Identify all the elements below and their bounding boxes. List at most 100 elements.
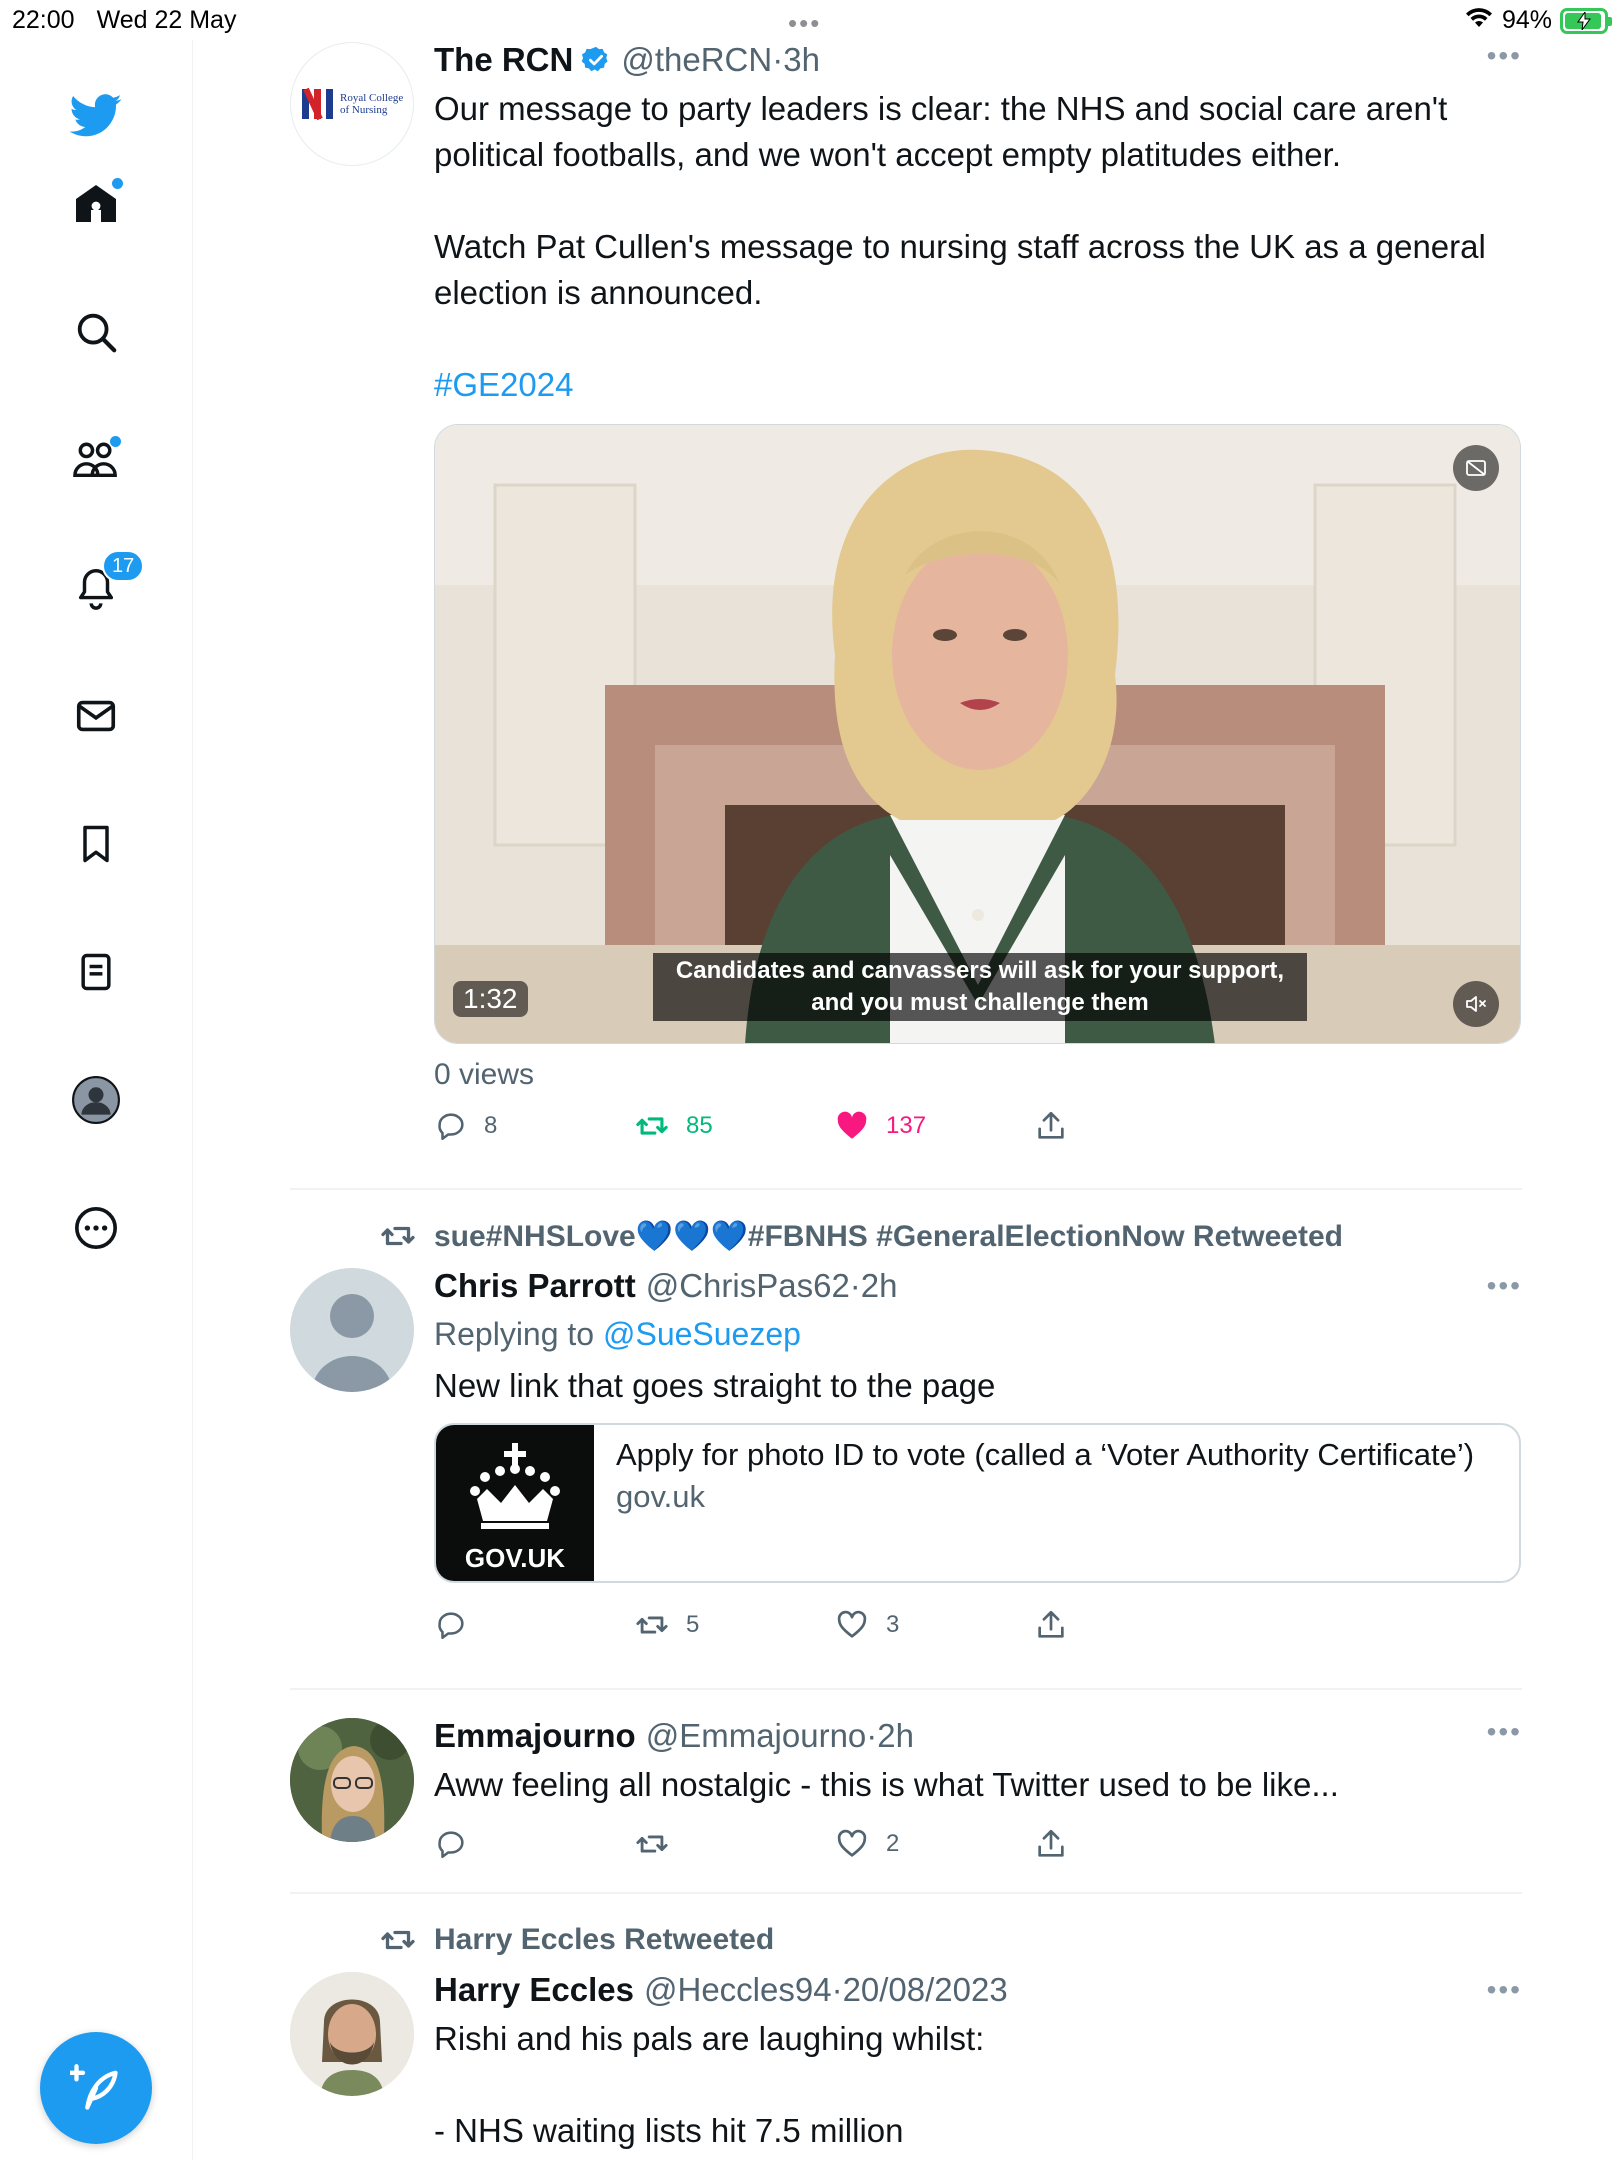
link-card[interactable]: GOV.UK Apply for photo ID to vote (calle…	[434, 1423, 1521, 1583]
tweet-harry-eccles[interactable]: Harry Eccles Retweeted Harry Eccles @Hec…	[290, 1894, 1522, 2160]
tweet-actions: 2	[434, 1816, 1522, 1872]
reply-icon	[438, 1612, 464, 1640]
bookmarks-icon[interactable]	[68, 816, 124, 872]
card-title: Apply for photo ID to vote (called a ‘Vo…	[616, 1437, 1475, 1472]
retweet-button[interactable]	[634, 1827, 834, 1861]
home-icon[interactable]	[68, 176, 124, 232]
communities-icon[interactable]	[68, 432, 124, 488]
profile-avatar-icon[interactable]	[68, 1072, 124, 1128]
caption-line-1: Candidates and canvassers will ask for y…	[675, 957, 1285, 984]
twitter-logo-icon[interactable]	[68, 88, 124, 144]
messages-envelope-icon[interactable]	[68, 688, 124, 744]
author-name[interactable]: Harry Eccles	[434, 1970, 634, 2010]
tweet-time[interactable]: 3h	[783, 40, 820, 80]
author-handle[interactable]: @Heccles94	[644, 1970, 832, 2010]
heart-icon	[837, 1610, 867, 1638]
author-name[interactable]: Emmajourno	[434, 1716, 636, 1756]
tweet-rcn[interactable]: Royal College of Nursing The RCN @theRCN…	[290, 40, 1522, 1190]
hashtag-link[interactable]: #GE2024	[434, 362, 1522, 408]
retweet-indicator-icon	[381, 1930, 415, 1950]
reply-icon	[438, 1113, 464, 1141]
tweet-time[interactable]: 20/08/2023	[843, 1970, 1008, 2010]
tweet-text-2: - NHS waiting lists hit 7.5 million	[434, 2112, 904, 2149]
gov-uk-thumbnail: GOV.UK	[436, 1425, 594, 1581]
reply-count: 8	[484, 1112, 498, 1139]
retweet-icon	[636, 1835, 668, 1853]
card-thumb-label: GOV.UK	[464, 1542, 566, 1573]
like-count: 137	[886, 1112, 927, 1139]
retweeted-by-label[interactable]: Harry Eccles Retweeted	[434, 1923, 774, 1957]
like-button[interactable]: 2	[834, 1827, 1034, 1861]
share-button[interactable]	[1034, 1608, 1234, 1642]
verified-badge-icon	[581, 45, 611, 75]
retweet-button[interactable]: 5	[634, 1608, 834, 1642]
card-domain: gov.uk	[616, 1479, 706, 1514]
default-avatar-icon	[312, 1294, 392, 1392]
tweet-more-options-icon[interactable]: •••	[1487, 1974, 1522, 2006]
avatar-emmajourno[interactable]	[290, 1718, 414, 1842]
reply-button[interactable]	[434, 1608, 634, 1642]
avatar-harry-eccles[interactable]	[290, 1972, 414, 2096]
emmajourno-photo	[290, 1718, 414, 1842]
retweet-button[interactable]: 85	[634, 1109, 834, 1143]
share-icon	[1038, 1610, 1064, 1638]
tweet-video[interactable]: 1:32 Candidates and canvassers will ask …	[434, 424, 1521, 1044]
notifications-badge: 17	[102, 550, 145, 582]
retweeted-by-label[interactable]: sue#NHSLove💙💙💙#FBNHS #GeneralElectionNow…	[434, 1219, 1343, 1254]
reply-button[interactable]: 8	[434, 1109, 634, 1143]
battery-charging-icon	[1560, 7, 1612, 34]
home-notification-dot	[112, 178, 123, 189]
status-date: Wed 22 May	[96, 6, 237, 34]
author-name[interactable]: The RCN	[434, 40, 573, 80]
author-name[interactable]: Chris Parrott	[434, 1266, 636, 1306]
avatar-rcn[interactable]: Royal College of Nursing	[290, 42, 414, 166]
tweet-more-options-icon[interactable]: •••	[1487, 1716, 1522, 1748]
reply-icon	[438, 1831, 464, 1859]
lists-icon[interactable]	[68, 944, 124, 1000]
tweet-time[interactable]: 2h	[877, 1716, 914, 1756]
captions-toggle-icon[interactable]	[1453, 445, 1499, 491]
sidebar: 17	[0, 40, 193, 2160]
replying-to-handle[interactable]: @SueSuezep	[603, 1316, 801, 1352]
mute-speaker-icon[interactable]	[1453, 981, 1499, 1027]
replying-to: Replying to @SueSuezep	[434, 1316, 1522, 1353]
caption-line-2: and you must challenge them	[811, 989, 1149, 1016]
search-icon[interactable]	[68, 304, 124, 360]
status-time: 22:00	[12, 6, 75, 34]
tweet-actions: 5 3	[434, 1597, 1522, 1653]
like-button[interactable]: 3	[834, 1608, 1034, 1642]
retweet-count: 85	[686, 1112, 713, 1139]
video-duration: 1:32	[453, 981, 528, 1017]
tweet-chris-parrott[interactable]: sue#NHSLove💙💙💙#FBNHS #GeneralElectionNow…	[290, 1190, 1522, 1690]
author-handle[interactable]: @Emmajourno	[646, 1716, 867, 1756]
tweet-emmajourno[interactable]: Emmajourno @Emmajourno · 2h ••• Aww feel…	[290, 1690, 1522, 1894]
author-handle[interactable]: @ChrisPas62	[646, 1266, 850, 1306]
video-frame	[435, 425, 1520, 1043]
status-bar: 22:00 Wed 22 May ••• 94%	[0, 0, 1620, 40]
harry-eccles-photo	[290, 1972, 414, 2096]
notifications-bell-icon[interactable]: 17	[68, 550, 145, 616]
share-button[interactable]	[1034, 1827, 1234, 1861]
view-count: 0 views	[434, 1058, 535, 1091]
tweet-text-2: Watch Pat Cullen's message to nursing st…	[434, 228, 1486, 311]
compose-tweet-button[interactable]	[40, 2032, 152, 2144]
share-button[interactable]	[1034, 1109, 1234, 1143]
tweet-more-options-icon[interactable]: •••	[1487, 1270, 1522, 1302]
like-button[interactable]: 137	[834, 1109, 1034, 1143]
rcn-avatar-text: Royal College of Nursing	[340, 92, 404, 116]
multitasking-dots-icon[interactable]: •••	[788, 8, 821, 39]
tweet-text: Aww feeling all nostalgic - this is what…	[434, 1766, 1339, 1803]
communities-notification-dot	[110, 436, 121, 447]
tweet-header: The RCN @theRCN · 3h	[434, 40, 820, 80]
avatar-chris-parrott[interactable]	[290, 1268, 414, 1392]
heart-icon	[837, 1829, 867, 1857]
more-options-icon[interactable]	[68, 1200, 124, 1256]
retweet-icon	[636, 1117, 668, 1135]
author-handle[interactable]: @theRCN	[621, 40, 772, 80]
tweet-text: New link that goes straight to the page	[434, 1367, 996, 1404]
like-count: 3	[886, 1611, 900, 1638]
reply-button[interactable]	[434, 1827, 634, 1861]
retweet-icon	[636, 1616, 668, 1634]
tweet-more-options-icon[interactable]: •••	[1487, 40, 1522, 72]
tweet-time[interactable]: 2h	[861, 1266, 898, 1306]
